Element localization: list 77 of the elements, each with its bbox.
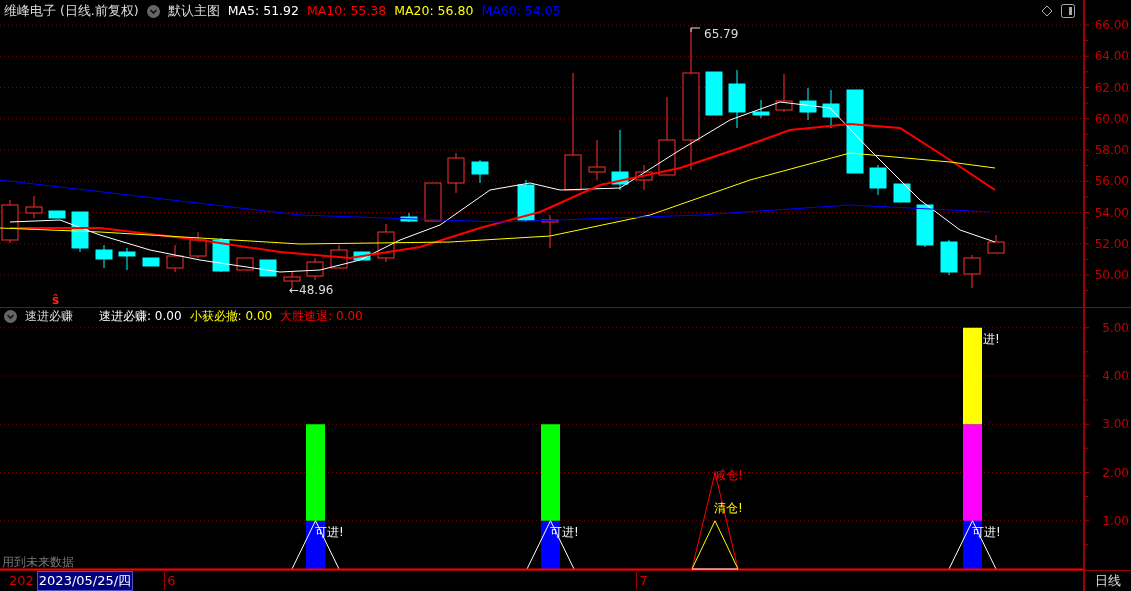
candlestick	[259, 259, 277, 277]
candlestick	[424, 182, 442, 222]
time-label: 6	[164, 572, 177, 590]
candlestick	[400, 212, 418, 223]
high-price-label: 65.79	[704, 27, 739, 41]
candlestick	[916, 204, 934, 248]
candlestick	[611, 129, 629, 191]
time-label: 7	[636, 572, 649, 590]
candlestick	[822, 89, 840, 129]
candlestick	[189, 231, 207, 259]
candlestick	[377, 223, 395, 263]
chevron-down-icon[interactable]	[146, 4, 160, 18]
indicator-value: MA20: 56.80	[394, 1, 474, 20]
template-label[interactable]: 默认主图	[167, 1, 220, 21]
time-label: 2023/05/25/四	[36, 571, 134, 591]
axis-label: 56.00	[1094, 174, 1129, 189]
candlestick	[752, 99, 770, 119]
candlestick	[71, 211, 89, 253]
indicator-value: 速进必赚: 0.00	[99, 308, 182, 325]
low-price-label: ←48.96	[289, 283, 334, 297]
axis-label: 3.00	[1102, 417, 1129, 432]
candlestick	[118, 247, 136, 271]
axis-label: 52.00	[1094, 236, 1129, 251]
candlestick	[869, 164, 887, 196]
signal-label: 减仓!	[714, 468, 743, 482]
axis-label: 62.00	[1094, 80, 1129, 95]
candlestick	[95, 244, 113, 269]
candlestick	[353, 251, 371, 261]
axis-label: 66.00	[1094, 18, 1129, 32]
time-label: 202	[8, 572, 35, 590]
candlestick	[166, 244, 184, 273]
candlestick	[1, 199, 19, 244]
candlestick	[447, 152, 465, 194]
axis-label: 2.00	[1102, 465, 1129, 480]
axis-label: 64.00	[1094, 49, 1129, 64]
axis-label: 1.00	[1102, 513, 1129, 528]
candlestick	[987, 234, 1005, 254]
signal-marker: ŝ	[52, 293, 60, 307]
chevron-down-icon[interactable]	[4, 309, 17, 323]
panel-icon[interactable]	[1061, 4, 1075, 18]
candlestick	[48, 210, 66, 219]
indicator-value: MA5: 51.92	[227, 1, 299, 20]
period-tab[interactable]: 日线	[1083, 570, 1131, 591]
indicator-value: 小获必撤: 0.00	[189, 308, 273, 325]
candlestick	[963, 254, 981, 289]
candlestick	[142, 257, 160, 267]
signal-label: 进!	[983, 332, 1000, 346]
candlestick	[25, 195, 43, 219]
candlestick	[236, 257, 254, 271]
diamond-icon[interactable]	[1041, 5, 1053, 17]
indicator-value: MA60: 54.05	[481, 1, 561, 20]
axis-label: 60.00	[1094, 111, 1129, 126]
indicator-value: MA10: 55.38	[306, 1, 387, 20]
candlestick	[705, 71, 723, 116]
axis-label: 58.00	[1094, 143, 1129, 157]
footnote: 用到未来数据	[2, 555, 74, 569]
candlestick	[893, 183, 911, 203]
axis-label: 4.00	[1102, 369, 1129, 383]
candlestick	[330, 244, 348, 269]
candlestick	[541, 214, 559, 249]
candlestick	[517, 179, 535, 223]
candlestick	[799, 87, 817, 121]
indicator-value: 大胜速退: 0.00	[280, 308, 363, 325]
candlestick	[635, 164, 653, 191]
candlestick	[775, 73, 793, 113]
candlestick	[306, 257, 324, 281]
candlestick	[728, 69, 746, 129]
axis-label: 54.00	[1094, 205, 1129, 220]
axis-label: 5.00	[1102, 320, 1129, 335]
stock-title: 维峰电子 (日线.前复权)	[4, 1, 139, 20]
candlestick	[940, 239, 958, 276]
axis-label: 50.00	[1094, 268, 1129, 282]
candlestick	[588, 139, 606, 181]
candlestick	[471, 159, 489, 184]
indicator-name[interactable]: 速进必赚	[25, 307, 73, 325]
leader-line	[690, 27, 701, 33]
candlestick	[212, 237, 230, 273]
